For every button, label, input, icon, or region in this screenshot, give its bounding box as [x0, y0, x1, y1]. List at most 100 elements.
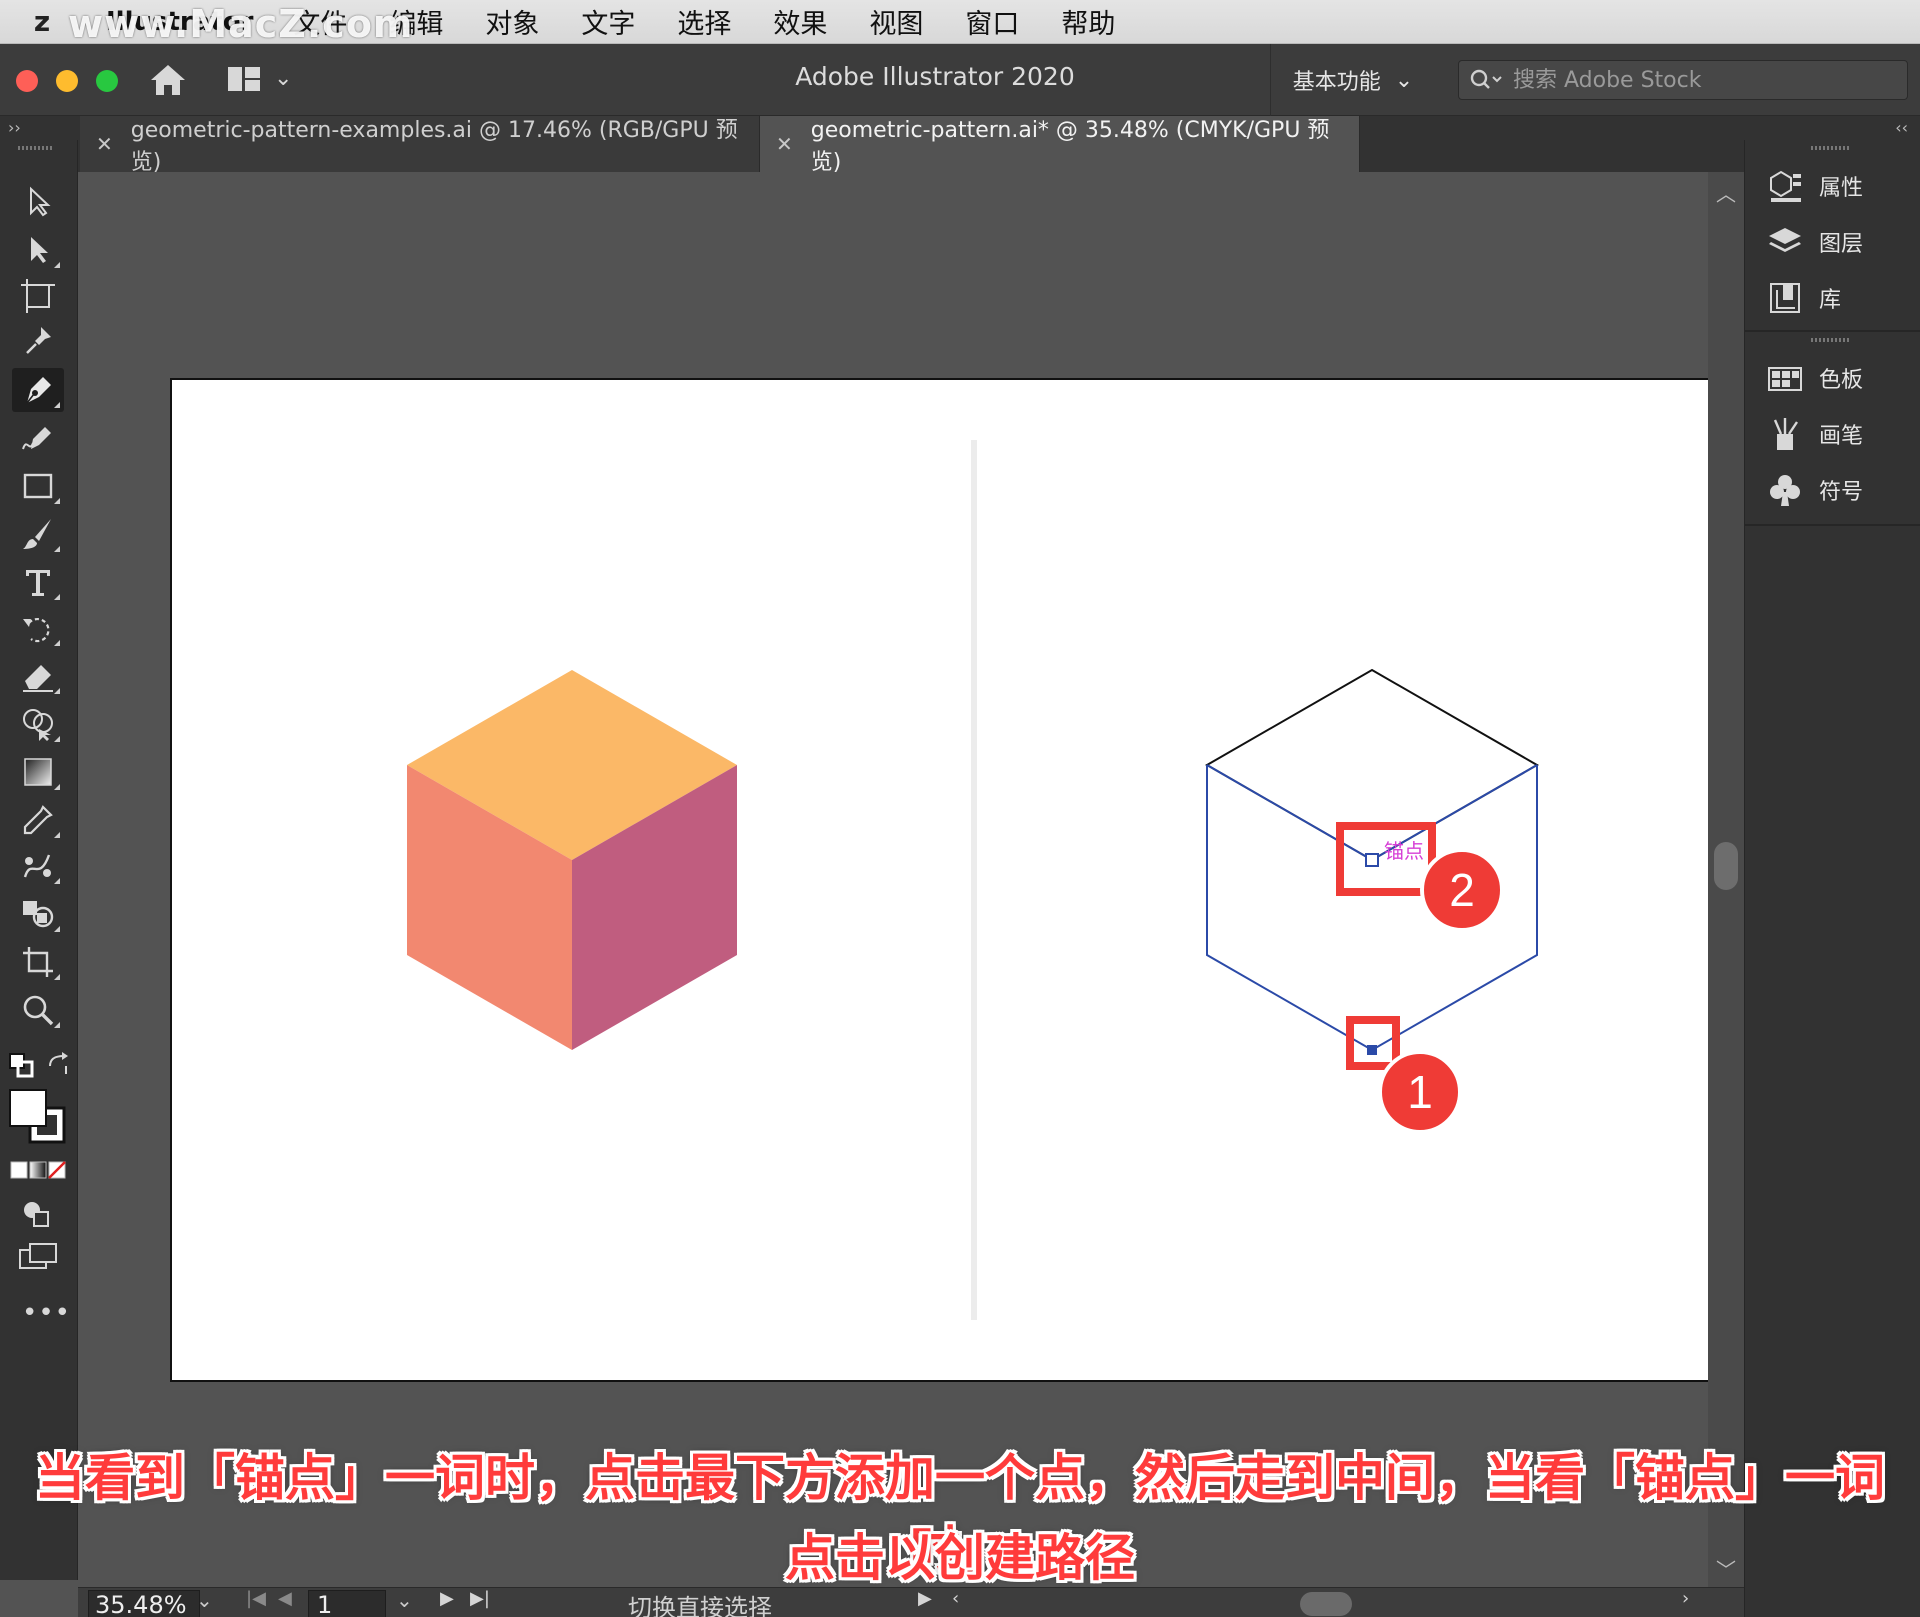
- search-input[interactable]: [1513, 67, 1873, 93]
- callout-box-1: [1346, 1016, 1400, 1070]
- tab-geometric-pattern-examples[interactable]: ✕ geometric-pattern-examples.ai @ 17.46%…: [80, 116, 760, 175]
- type-tool[interactable]: [12, 560, 64, 604]
- expand-toolbar-icon[interactable]: ››: [8, 118, 21, 137]
- selection-tool[interactable]: [12, 180, 64, 224]
- eraser-tool[interactable]: [12, 654, 64, 698]
- previous-artboard-icon[interactable]: ◀: [278, 1588, 292, 1609]
- menu-object[interactable]: 对象: [485, 2, 539, 41]
- layers-panel-button[interactable]: 图层: [1767, 220, 1907, 264]
- libraries-panel-button[interactable]: 库: [1767, 276, 1907, 320]
- next-artboard-icon[interactable]: ▶: [440, 1588, 454, 1609]
- close-icon[interactable]: ✕: [96, 132, 113, 156]
- zoom-tool[interactable]: [12, 988, 64, 1032]
- canvas[interactable]: 锚点 2 1: [78, 172, 1774, 1587]
- menu-help[interactable]: 帮助: [1061, 2, 1115, 41]
- tab-geometric-pattern[interactable]: ✕ geometric-pattern.ai* @ 35.48% (CMYK/G…: [760, 116, 1360, 175]
- tools-panel: •••: [0, 140, 78, 1580]
- panel-dock: 属性 图层 库 色板 画笔 符号: [1744, 140, 1920, 1617]
- menu-type[interactable]: 文字: [581, 2, 635, 41]
- application-bar: ⌄ Adobe Illustrator 2020 基本功能 ⌄: [0, 44, 1920, 116]
- rectangle-icon: [23, 473, 53, 499]
- panel-label: 符号: [1819, 480, 1864, 505]
- zoom-chevron-down-icon[interactable]: ⌄: [196, 1588, 213, 1612]
- artwork: 锚点 2 1: [407, 440, 1540, 1320]
- horizontal-scroll-thumb[interactable]: [1300, 1592, 1352, 1616]
- symbols-panel-button[interactable]: 符号: [1767, 468, 1907, 512]
- artboard-tool[interactable]: [12, 274, 64, 318]
- panel-label: 画笔: [1819, 424, 1864, 449]
- rectangle-tool[interactable]: [12, 464, 64, 508]
- search-icon: [1470, 69, 1502, 89]
- collapse-panels-icon[interactable]: ‹‹: [1895, 118, 1908, 137]
- menu-view[interactable]: 视图: [869, 2, 923, 41]
- color-mode-icons[interactable]: [10, 1160, 66, 1180]
- pin-icon: [26, 327, 51, 354]
- scroll-left-icon[interactable]: ‹: [952, 1588, 959, 1609]
- scroll-up-icon[interactable]: ︿: [1716, 178, 1736, 207]
- paintbrush-icon: [23, 519, 51, 549]
- artboard-chevron-down-icon[interactable]: ⌄: [396, 1588, 413, 1612]
- paintbrush-tool[interactable]: [12, 512, 64, 556]
- puppet-warp-tool[interactable]: [12, 320, 64, 364]
- workspace-label: 基本功能: [1292, 70, 1381, 95]
- swap-fill-stroke-icon[interactable]: [46, 1052, 72, 1078]
- artboard[interactable]: 锚点 2 1: [170, 378, 1774, 1382]
- menu-effect[interactable]: 效果: [773, 2, 827, 41]
- drawing-mode-icon[interactable]: [20, 1198, 52, 1228]
- menu-window[interactable]: 窗口: [965, 2, 1019, 41]
- symbols-club-icon: [1770, 475, 1800, 506]
- eyedropper-icon: [23, 805, 53, 835]
- zoom-level-field[interactable]: 35.48%: [88, 1590, 200, 1617]
- status-bar: 35.48% ⌄ |◀ ◀ 1 ⌄ ▶ ▶| 切换直接选择 ▶ ‹ ›: [78, 1587, 1744, 1617]
- menu-select[interactable]: 选择: [677, 2, 731, 41]
- properties-panel-button[interactable]: 属性: [1767, 164, 1907, 208]
- direct-selection-icon: [31, 237, 48, 263]
- document-tabs: ›› ‹‹ ✕ geometric-pattern-examples.ai @ …: [0, 116, 1920, 175]
- curvature-tool[interactable]: [12, 416, 64, 460]
- live-paint-tool[interactable]: [12, 892, 64, 936]
- shape-builder-tool[interactable]: [12, 702, 64, 746]
- layers-icon: [1769, 228, 1801, 252]
- panel-grip[interactable]: [18, 146, 54, 150]
- menu-bar: z www.MacZ.com Illustrator 文件 编辑 对象 文字 选…: [0, 0, 1920, 46]
- callout-number-2: 2: [1449, 864, 1475, 916]
- more-tools-icon[interactable]: •••: [22, 1298, 71, 1328]
- rotate-tool[interactable]: [12, 606, 64, 650]
- selected-edge-left: [1206, 764, 1373, 861]
- last-artboard-icon[interactable]: ▶|: [470, 1588, 490, 1609]
- pen-tool[interactable]: [12, 368, 64, 412]
- close-icon[interactable]: ✕: [776, 132, 793, 156]
- status-menu-icon[interactable]: ▶: [918, 1588, 932, 1609]
- screen-mode-icon[interactable]: [18, 1242, 58, 1272]
- stock-search[interactable]: [1458, 60, 1908, 100]
- anchor-point-bottom[interactable]: [1367, 1045, 1377, 1055]
- crop-tool[interactable]: [12, 940, 64, 984]
- scroll-right-icon[interactable]: ›: [1682, 1588, 1689, 1609]
- watermark: www.MacZ.com: [68, 2, 414, 46]
- tab-label: geometric-pattern.ai* @ 35.48% (CMYK/GPU…: [810, 118, 1330, 175]
- panel-grip[interactable]: [1811, 338, 1851, 342]
- panel-grip[interactable]: [1811, 146, 1851, 150]
- workspace-switcher[interactable]: 基本功能 ⌄: [1270, 44, 1435, 116]
- eraser-icon: [23, 665, 53, 692]
- type-icon: [26, 570, 50, 596]
- panel-label: 库: [1819, 288, 1842, 313]
- swatches-panel-button[interactable]: 色板: [1767, 356, 1907, 400]
- panel-divider: [1745, 524, 1920, 526]
- brushes-panel-button[interactable]: 画笔: [1767, 412, 1907, 456]
- outline-cube-top[interactable]: [1204, 668, 1540, 862]
- first-artboard-icon[interactable]: |◀: [246, 1588, 266, 1609]
- callout-number-1: 1: [1407, 1066, 1433, 1118]
- anchor-point-middle[interactable]: [1365, 853, 1379, 867]
- blend-tool[interactable]: [12, 844, 64, 888]
- status-text: 切换直接选择: [628, 1594, 772, 1617]
- artboard-number-field[interactable]: 1: [308, 1590, 386, 1617]
- fill-stroke-swatch[interactable]: [8, 1088, 68, 1146]
- anchor-hint-label: 锚点: [1384, 839, 1424, 863]
- direct-selection-tool[interactable]: [12, 228, 64, 272]
- scroll-thumb[interactable]: [1714, 842, 1738, 890]
- eyedropper-tool[interactable]: [12, 798, 64, 842]
- gradient-tool[interactable]: [12, 750, 64, 794]
- default-fill-stroke-icon[interactable]: [8, 1052, 36, 1080]
- vertical-scrollbar[interactable]: ︿ ﹀: [1708, 172, 1744, 1587]
